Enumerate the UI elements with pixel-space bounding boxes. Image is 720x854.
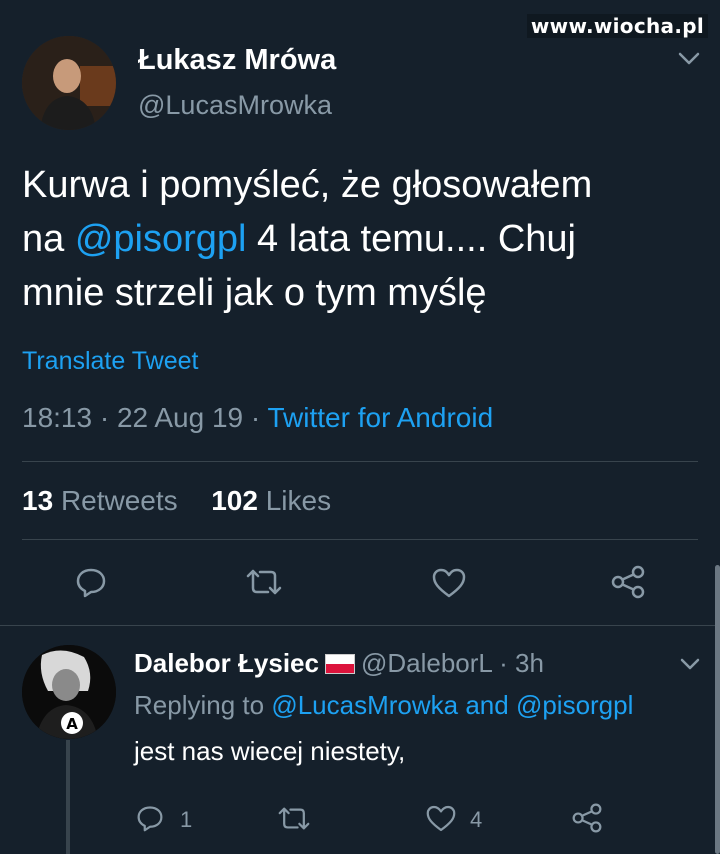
scrollbar[interactable] <box>715 565 720 854</box>
meta-separator: · <box>92 402 117 433</box>
likes-count: 102 <box>211 485 258 516</box>
avatar[interactable] <box>22 36 116 130</box>
retweet-icon[interactable] <box>244 568 284 596</box>
reply-icon[interactable] <box>75 566 107 598</box>
reply-text: jest nas wiecej niestety, <box>134 736 406 766</box>
svg-text:A: A <box>66 715 78 733</box>
watermark: www.wiocha.pl <box>526 14 708 38</box>
reply-count: 1 <box>180 807 193 832</box>
chevron-down-icon[interactable] <box>680 658 700 671</box>
author-name[interactable]: Łukasz Mrówa <box>138 44 336 77</box>
replying-prefix: Replying to <box>134 690 272 720</box>
heart-icon[interactable] <box>432 568 466 598</box>
tweet-text-line-3: mnie strzeli jak o tym myślę <box>22 272 487 314</box>
share-icon[interactable] <box>571 802 603 834</box>
like-count: 4 <box>470 807 483 832</box>
retweets-stat[interactable]: 13 Retweets <box>22 485 178 516</box>
replying-and: and <box>458 690 516 720</box>
reply-icon[interactable] <box>136 804 164 832</box>
likes-stat[interactable]: 102 Likes <box>211 485 331 516</box>
meta-separator: · <box>243 402 268 433</box>
tweet-text: Kurwa i pomyśleć, że głosowałem na @piso… <box>22 158 592 320</box>
reply-avatar[interactable]: A <box>22 645 116 739</box>
poland-flag-icon <box>324 654 355 674</box>
tweet-text-prefix: na <box>22 218 75 260</box>
heart-icon[interactable] <box>426 805 456 832</box>
tweet-meta: 18:13 · 22 Aug 19 · Twitter for Android <box>22 402 493 434</box>
divider <box>22 461 698 462</box>
reply-header: Dalebor Łysiec @DaleborL · 3h <box>134 648 544 679</box>
tweet-stats: 13 Retweets 102 Likes <box>22 485 331 517</box>
share-icon[interactable] <box>610 564 646 600</box>
tweet-text-line-1: Kurwa i pomyśleć, że głosowałem <box>22 164 593 206</box>
replying-mention-1[interactable]: @LucasMrowka <box>271 690 458 720</box>
tweet-date: 22 Aug 19 <box>116 402 244 433</box>
reply-author-name[interactable]: Dalebor Łysiec <box>134 648 319 678</box>
tweet-time: 18:13 <box>22 402 93 433</box>
retweets-count: 13 <box>22 485 54 516</box>
divider <box>0 625 720 626</box>
reply-separator: · <box>491 648 516 678</box>
author-handle[interactable]: @LucasMrowka <box>138 90 332 121</box>
reply-author-handle[interactable]: @DaleborL <box>361 648 492 678</box>
tweet-source-link[interactable]: Twitter for Android <box>267 402 493 433</box>
tweet-text-suffix: 4 lata temu.... Chuj <box>246 218 576 260</box>
reply-age: 3h <box>515 648 544 678</box>
tweet-text-line-2: na @pisorgpl 4 lata temu.... Chuj <box>22 212 592 266</box>
retweet-icon[interactable] <box>276 806 312 831</box>
chevron-down-icon[interactable] <box>678 52 700 66</box>
translate-tweet-link[interactable]: Translate Tweet <box>22 347 198 376</box>
thread-line <box>66 740 70 854</box>
retweets-label: Retweets <box>60 485 178 516</box>
divider <box>22 539 698 540</box>
replying-to: Replying to @LucasMrowka and @pisorgpl <box>134 690 633 721</box>
replying-mention-2[interactable]: @pisorgpl <box>516 690 633 720</box>
mention-link[interactable]: @pisorgpl <box>75 218 247 260</box>
likes-label: Likes <box>265 485 332 516</box>
